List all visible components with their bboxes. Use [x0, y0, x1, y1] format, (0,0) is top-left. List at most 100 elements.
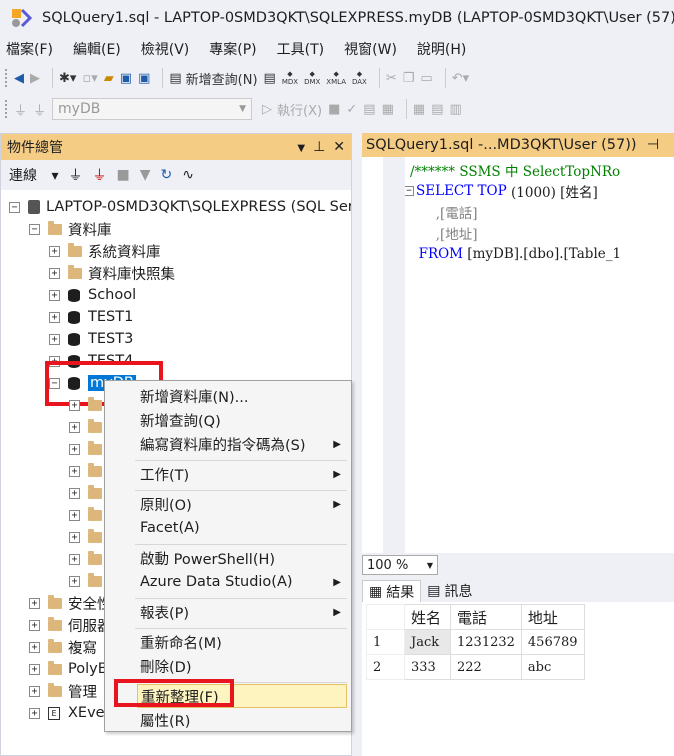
menu-project[interactable]: 專案(P) — [209, 39, 256, 59]
table-cell[interactable]: Jack — [404, 629, 451, 655]
db-engine-query-icon[interactable]: ▤ — [264, 71, 276, 86]
expand-icon[interactable]: + — [69, 509, 80, 521]
menu-help[interactable]: 說明(H) — [417, 39, 466, 59]
column-header[interactable]: 電話 — [450, 604, 522, 630]
menu-edit[interactable]: 編輯(E) — [73, 39, 121, 59]
expand-icon[interactable]: + — [49, 267, 60, 279]
refresh-icon[interactable]: ↻ — [161, 167, 173, 183]
tree-node-server[interactable]: − LAPTOP-0SMD3QKT\SQLEXPRESS (SQL Server — [9, 196, 351, 218]
tab-results[interactable]: ▦ 結果 — [362, 580, 422, 602]
table-cell[interactable]: 1231232 — [450, 629, 522, 655]
collapse-icon[interactable]: − — [29, 223, 40, 235]
stop-icon[interactable]: ■ — [328, 102, 340, 117]
menu-window[interactable]: 視窗(W) — [344, 39, 397, 59]
tree-node-security[interactable]: + 安全性 — [29, 592, 112, 614]
tree-node-snapshots[interactable]: + 資料庫快照集 — [49, 262, 175, 284]
tree-node-child[interactable]: + — [69, 548, 108, 570]
expand-icon[interactable]: + — [49, 289, 60, 301]
row-number[interactable]: 2 — [366, 654, 405, 680]
new-project-icon[interactable]: ✱▾ — [59, 71, 76, 86]
expand-icon[interactable]: + — [49, 333, 60, 345]
parse-icon[interactable]: ✓ — [346, 102, 357, 117]
editor-tab[interactable]: SQLQuery1.sql -...MD3QKT\User (57)) ⊣ — [362, 133, 674, 157]
back-icon[interactable]: ◀ — [14, 71, 24, 86]
dropdown-icon[interactable]: ▼ — [297, 143, 305, 154]
menu-item-facets[interactable]: Facet(A) — [137, 516, 347, 540]
results-grid-icon[interactable]: ▦ — [413, 102, 425, 117]
column-header[interactable]: 地址 — [520, 604, 585, 630]
close-icon[interactable]: ✕ — [333, 139, 345, 155]
new-query-button[interactable]: ▤ 新增查詢(N) — [169, 69, 257, 88]
expand-icon[interactable]: + — [69, 421, 80, 433]
menu-item-azure-data-studio[interactable]: Azure Data Studio(A) ▶ — [137, 570, 347, 594]
copy-icon[interactable]: ❐ — [403, 71, 415, 86]
expand-icon[interactable]: + — [49, 311, 60, 323]
table-cell[interactable]: 456789 — [520, 629, 585, 655]
corner-cell[interactable] — [366, 604, 405, 630]
menu-item-delete[interactable]: 刪除(D) — [137, 654, 347, 678]
expand-icon[interactable]: + — [69, 487, 80, 499]
open-file-icon[interactable]: ▰ — [104, 71, 114, 86]
toolbar-grip[interactable] — [4, 68, 8, 88]
add-item-icon[interactable]: ▫▾ — [82, 71, 97, 86]
estimated-plan-icon[interactable]: ▦ — [382, 102, 394, 117]
tree-node-child[interactable]: + — [69, 416, 108, 438]
stop-icon[interactable]: ■ — [116, 167, 129, 183]
collapse-icon[interactable]: − — [9, 201, 20, 213]
forward-icon[interactable]: ▶ — [30, 71, 40, 86]
menu-tools[interactable]: 工具(T) — [277, 39, 324, 59]
row-number[interactable]: 1 — [366, 629, 405, 655]
menu-item-new-database[interactable]: 新增資料庫(N)... — [137, 384, 347, 408]
tree-node-system-db[interactable]: + 系統資料庫 — [49, 240, 161, 262]
toolbar-grip[interactable] — [4, 99, 8, 119]
expand-icon[interactable]: + — [29, 663, 40, 675]
connect-icon[interactable]: ⏚ — [14, 100, 27, 119]
dax-query-button[interactable]: ◆ DAX — [352, 70, 367, 86]
save-all-icon[interactable]: ▣ — [138, 71, 150, 86]
expand-icon[interactable]: + — [69, 443, 80, 455]
expand-icon[interactable]: + — [69, 531, 80, 543]
connect-plug-icon[interactable]: ⏚ — [68, 165, 82, 185]
expand-icon[interactable]: + — [29, 619, 40, 631]
menu-item-reports[interactable]: 報表(P) ▶ — [137, 600, 347, 624]
menu-item-policies[interactable]: 原則(O) ▶ — [137, 492, 347, 516]
tree-node-child[interactable]: + — [69, 570, 108, 592]
tab-messages[interactable]: ▤ 訊息 — [421, 580, 478, 602]
menu-view[interactable]: 檢視(V) — [141, 39, 190, 59]
menu-item-new-query[interactable]: 新增查詢(Q) — [137, 408, 347, 432]
connect-dropdown[interactable]: 連線 ▾ — [9, 165, 58, 185]
change-connection-icon[interactable]: ⏚ — [33, 100, 46, 119]
expand-icon[interactable]: + — [69, 399, 80, 411]
dmx-query-button[interactable]: ◆ DMX — [304, 70, 320, 86]
save-icon[interactable]: ▣ — [120, 71, 132, 86]
expand-icon[interactable]: + — [49, 245, 60, 257]
menu-item-rename[interactable]: 重新命名(M) — [137, 630, 347, 654]
table-cell[interactable]: 333 — [404, 654, 451, 680]
disconnect-icon[interactable]: ⏚ — [92, 165, 106, 185]
tree-node-replication[interactable]: + 複寫 — [29, 636, 97, 658]
debug-icon[interactable]: ▤ — [363, 102, 375, 117]
tree-node-child[interactable]: + — [69, 504, 108, 526]
xmla-query-button[interactable]: ◆ XMLA — [326, 70, 346, 86]
results-file-icon[interactable]: ▥ — [449, 102, 461, 117]
expand-icon[interactable]: + — [29, 707, 40, 719]
table-cell[interactable]: abc — [520, 654, 585, 680]
activity-monitor-icon[interactable]: ∿ — [182, 167, 194, 183]
tree-node-child[interactable]: + — [69, 482, 108, 504]
tree-node-school[interactable]: + School — [49, 284, 136, 306]
database-select[interactable]: myDB ▼ — [52, 98, 253, 120]
cut-icon[interactable]: ✂ — [386, 71, 397, 86]
paste-icon[interactable]: ▭ — [420, 71, 432, 86]
expand-icon[interactable]: + — [29, 641, 40, 653]
expand-icon[interactable]: + — [69, 465, 80, 477]
tree-node-child[interactable]: + — [69, 526, 108, 548]
mdx-query-button[interactable]: ◆ MDX — [282, 70, 298, 86]
column-header[interactable]: 姓名 — [404, 604, 451, 630]
tree-node-management[interactable]: + 管理 — [29, 680, 97, 702]
pin-icon[interactable]: ⊣ — [647, 137, 660, 153]
execute-button[interactable]: ▷ 執行(X) — [262, 100, 322, 119]
tree-node-child[interactable]: + — [69, 460, 108, 482]
tree-node-test3[interactable]: + TEST3 — [49, 328, 133, 350]
tree-node-child[interactable]: + — [69, 394, 108, 416]
sql-editor[interactable]: 1/****** SSMS 中 SelectTopNRo 2−SELECT TO… — [362, 157, 674, 553]
